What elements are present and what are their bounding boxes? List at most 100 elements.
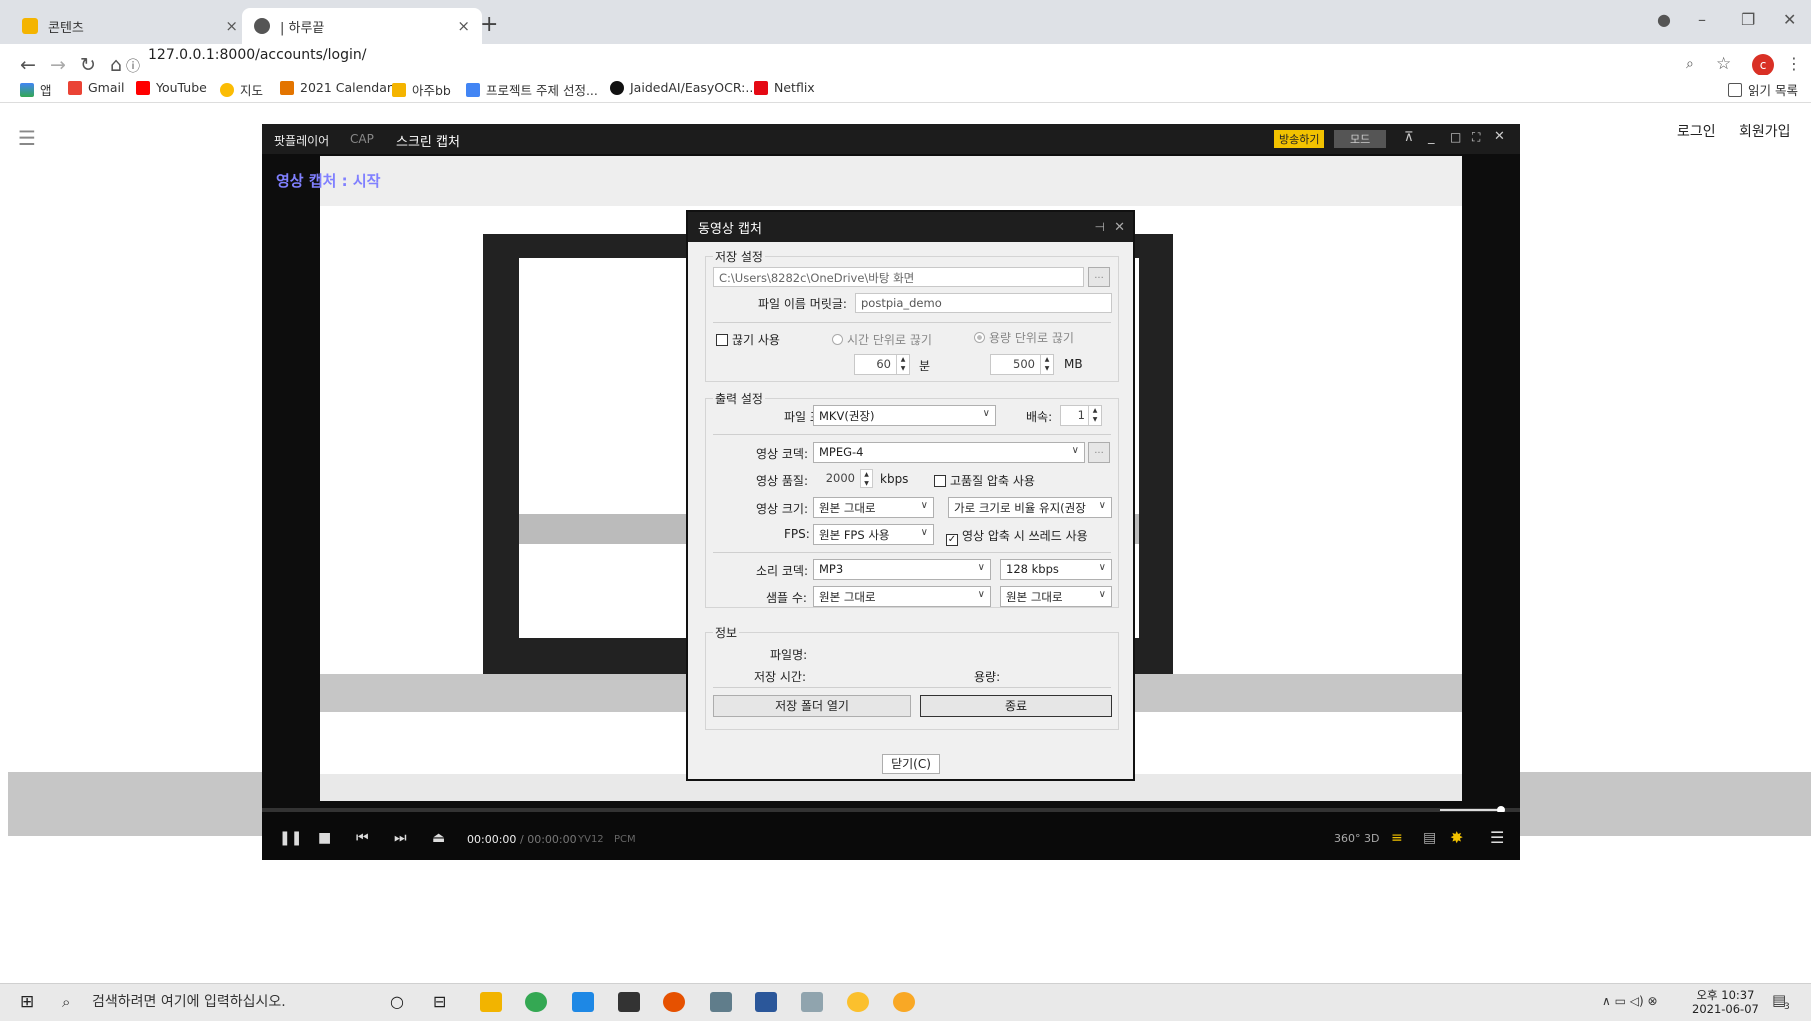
close-button[interactable]: 닫기(C) [882,754,940,774]
kakaotalk-icon[interactable] [847,992,869,1012]
pin-icon[interactable]: ⊼ [1404,130,1414,145]
stop-icon[interactable]: ■ [318,830,331,846]
save-path-input[interactable]: C:\Users\8282c\OneDrive\바탕 화면 [713,267,1084,287]
spinner-arrows-icon[interactable]: ▲ ▼ [1040,355,1053,374]
playlist-icon[interactable]: ▤ [1423,830,1436,846]
tab-contents[interactable]: 콘텐츠 × [10,8,250,44]
taskbar-clock[interactable]: 오후 10:37 2021-06-07 [1692,988,1759,1016]
windows-start-icon[interactable]: ⊞ [20,992,34,1012]
next-icon[interactable]: ⏭ [394,830,407,846]
player-fullscreen-icon[interactable]: ⛶ [1472,130,1480,145]
bookmark-easyocr[interactable]: JaidedAI/EasyOCR:... [610,80,757,95]
stop-button[interactable]: 종료 [920,695,1112,717]
spinner-arrows-icon[interactable]: ▲ ▼ [1088,406,1101,425]
spinner-arrows-icon[interactable]: ▲ ▼ [896,355,909,374]
settings-gear-icon[interactable]: ✸ [1450,828,1463,847]
previous-icon[interactable]: ⏮ [356,830,369,846]
player-menu-icon[interactable]: ☰ [1490,828,1504,847]
split-mb-spinner[interactable]: 500 ▲ ▼ [990,354,1054,375]
restore-icon[interactable]: ❐ [1741,10,1755,29]
hamburger-menu-icon[interactable]: ☰ [18,126,36,150]
vr360-button[interactable]: 360° [1334,832,1361,845]
new-tab-button[interactable]: + [480,12,498,37]
spinner-arrows-icon[interactable]: ▲ ▼ [860,469,873,488]
equalizer-icon[interactable]: ≡ [1391,830,1403,846]
task-view-icon[interactable]: ⊟ [433,992,446,1011]
bookmark-project[interactable]: 프로젝트 주제 선정... [466,80,598,99]
vcodec-select[interactable]: MPEG-4 ∨ [813,442,1085,463]
thread-compress-checkbox[interactable]: ✓ 영상 압축 시 쓰레드 사용 [946,527,1088,546]
reload-icon[interactable]: ↻ [80,54,96,76]
terminal-icon[interactable] [618,992,640,1012]
reading-list[interactable]: 읽기 목록 [1728,80,1798,99]
eject-icon[interactable]: ⏏ [432,830,445,846]
hq-compress-checkbox[interactable]: 고품질 압축 사용 [934,472,1035,489]
vscode-icon[interactable] [572,992,594,1012]
bookmark-apps[interactable]: 앱 [20,80,52,99]
tab-close-icon[interactable]: × [225,17,238,35]
info-icon[interactable]: ⓘ [126,56,140,76]
more-menu-icon[interactable]: ⋮ [1786,54,1802,73]
url-input[interactable]: 127.0.0.1:8000/accounts/login/ [148,47,366,63]
profile-avatar[interactable]: c [1752,54,1774,76]
broadcast-button[interactable]: 방송하기 [1274,130,1325,148]
bookmark-netflix[interactable]: Netflix [754,80,815,95]
abitrate-select[interactable]: 128 kbps ∨ [1000,559,1112,580]
volume-slider[interactable] [1440,809,1500,811]
dialog-close-icon[interactable]: ✕ [1114,220,1125,235]
tab-haruggeut[interactable]: | 하루끝 × [242,8,482,44]
chrome-icon[interactable] [525,992,547,1012]
signup-link[interactable]: 회원가입 [1739,121,1791,141]
potplayer-taskbar-icon[interactable] [893,992,915,1012]
bookmark-gmail[interactable]: Gmail [68,80,124,95]
home-icon[interactable]: ⌂ [110,54,122,76]
player-minimize-icon[interactable]: _ [1428,130,1435,145]
split-by-time-radio[interactable]: 시간 단위로 끊기 [832,331,932,348]
tray-icons[interactable]: ∧ ▭ ◁) ⊗ [1602,994,1658,1008]
vsize-select[interactable]: 원본 그대로 ∨ [813,497,934,518]
forward-icon[interactable]: → [50,54,66,76]
checkbox-box [716,334,728,346]
split-use-checkbox[interactable]: 끊기 사용 [716,331,780,348]
vquality-spinner[interactable]: 2000 ▲ ▼ [813,469,873,490]
cortana-icon[interactable]: ○ [390,992,404,1011]
word-icon[interactable] [755,992,777,1012]
calculator-icon[interactable] [710,992,732,1012]
extension-icon[interactable]: ● [1657,10,1671,29]
browse-button[interactable]: ... [1088,267,1110,287]
open-folder-button[interactable]: 저장 폴더 열기 [713,695,911,717]
channels-select[interactable]: 원본 그대로 ∨ [1000,586,1112,607]
player-close-icon[interactable]: ✕ [1494,129,1505,144]
player-maximize-icon[interactable]: □ [1450,130,1461,144]
powerpoint-icon[interactable] [663,992,685,1012]
taskbar-search-input[interactable]: 검색하려면 여기에 입력하십시오. [92,991,286,1011]
login-link[interactable]: 로그인 [1677,121,1716,141]
file-explorer-icon[interactable] [480,992,502,1012]
bookmark-maps[interactable]: 지도 [220,80,263,99]
format-select[interactable]: MKV(권장) ∨ [813,405,996,426]
back-icon[interactable]: ← [20,54,36,76]
split-by-size-radio[interactable]: 용량 단위로 끊기 [974,329,1074,346]
3d-button[interactable]: 3D [1364,832,1379,845]
bookmark-youtube[interactable]: YouTube [136,80,207,95]
minimize-icon[interactable]: – [1698,10,1706,29]
tab-close-icon[interactable]: × [457,17,470,35]
mode-button[interactable]: 모드 [1334,130,1387,148]
samplerate-select[interactable]: 원본 그대로 ∨ [813,586,991,607]
pause-icon[interactable]: ❚❚ [279,830,302,846]
bookmark-calendar[interactable]: 2021 Calendar [280,80,392,95]
media-icon[interactable] [801,992,823,1012]
window-close-icon[interactable]: ✕ [1783,10,1796,29]
vcodec-options-button[interactable]: ... [1088,442,1110,463]
acodec-select[interactable]: MP3 ∨ [813,559,991,580]
speed-spinner[interactable]: 1 ▲ ▼ [1060,405,1102,426]
aspect-select[interactable]: 가로 크기로 비율 유지(권장 ∨ [948,497,1112,518]
prefix-input[interactable]: postpia_demo [855,293,1112,313]
player-brand-menu[interactable]: 팟플레이어 [274,132,329,149]
split-minutes-spinner[interactable]: 60 ▲ ▼ [854,354,910,375]
fps-select[interactable]: 원본 FPS 사용 ∨ [813,524,934,545]
dialog-pin-icon[interactable]: ⊣ [1095,220,1105,234]
bookmark-ajoubb[interactable]: 아주bb [392,80,451,99]
star-icon[interactable]: ☆ [1716,54,1731,74]
zoom-icon[interactable]: ⌕ [1686,56,1694,72]
